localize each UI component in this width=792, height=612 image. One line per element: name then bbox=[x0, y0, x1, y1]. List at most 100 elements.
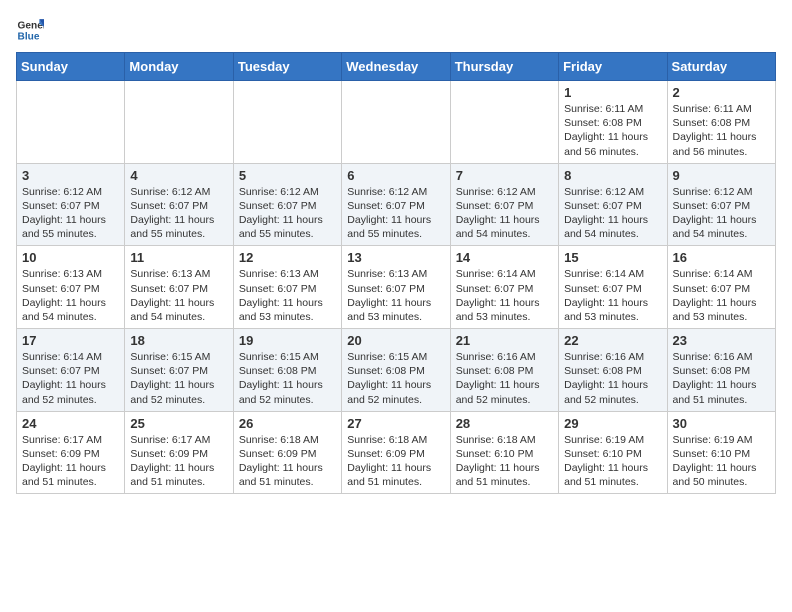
header-thursday: Thursday bbox=[450, 53, 558, 81]
day-info: Sunrise: 6:14 AM Sunset: 6:07 PM Dayligh… bbox=[456, 267, 553, 324]
header-friday: Friday bbox=[559, 53, 667, 81]
calendar-cell: 1 Sunrise: 6:11 AM Sunset: 6:08 PM Daylig… bbox=[559, 81, 667, 164]
calendar-cell: 24 Sunrise: 6:17 AM Sunset: 6:09 PM Dayli… bbox=[17, 411, 125, 494]
svg-text:Blue: Blue bbox=[18, 31, 40, 42]
day-info: Sunrise: 6:12 AM Sunset: 6:07 PM Dayligh… bbox=[239, 185, 336, 242]
calendar-cell: 5 Sunrise: 6:12 AM Sunset: 6:07 PM Daylig… bbox=[233, 163, 341, 246]
day-number: 10 bbox=[22, 250, 119, 265]
day-info: Sunrise: 6:19 AM Sunset: 6:10 PM Dayligh… bbox=[564, 433, 661, 490]
day-info: Sunrise: 6:15 AM Sunset: 6:08 PM Dayligh… bbox=[239, 350, 336, 407]
calendar-cell: 28Sunrise: 6:18 AM Sunset: 6:10 PM Dayli… bbox=[450, 411, 558, 494]
day-number: 17 bbox=[22, 333, 119, 348]
day-number: 1 bbox=[564, 85, 661, 100]
day-number: 9 bbox=[673, 168, 770, 183]
day-number: 23 bbox=[673, 333, 770, 348]
day-number: 11 bbox=[130, 250, 227, 265]
day-info: Sunrise: 6:13 AM Sunset: 6:07 PM Dayligh… bbox=[130, 267, 227, 324]
day-number: 6 bbox=[347, 168, 444, 183]
day-info: Sunrise: 6:13 AM Sunset: 6:07 PM Dayligh… bbox=[239, 267, 336, 324]
calendar-cell: 18Sunrise: 6:15 AM Sunset: 6:07 PM Dayli… bbox=[125, 329, 233, 412]
day-info: Sunrise: 6:16 AM Sunset: 6:08 PM Dayligh… bbox=[456, 350, 553, 407]
day-number: 12 bbox=[239, 250, 336, 265]
calendar-cell: 7 Sunrise: 6:12 AM Sunset: 6:07 PM Daylig… bbox=[450, 163, 558, 246]
day-number: 22 bbox=[564, 333, 661, 348]
day-info: Sunrise: 6:14 AM Sunset: 6:07 PM Dayligh… bbox=[564, 267, 661, 324]
calendar-week-4: 24 Sunrise: 6:17 AM Sunset: 6:09 PM Dayli… bbox=[17, 411, 776, 494]
day-info: Sunrise: 6:12 AM Sunset: 6:07 PM Dayligh… bbox=[130, 185, 227, 242]
day-number: 27 bbox=[347, 416, 444, 431]
day-number: 3 bbox=[22, 168, 119, 183]
header-sunday: Sunday bbox=[17, 53, 125, 81]
calendar-cell: 26 Sunrise: 6:18 AM Sunset: 6:09 PM Dayli… bbox=[233, 411, 341, 494]
calendar-cell: 22 Sunrise: 6:16 AM Sunset: 6:08 PM Dayli… bbox=[559, 329, 667, 412]
calendar-cell: 17 Sunrise: 6:14 AM Sunset: 6:07 PM Dayli… bbox=[17, 329, 125, 412]
day-info: Sunrise: 6:17 AM Sunset: 6:09 PM Dayligh… bbox=[22, 433, 119, 490]
calendar-cell: 14 Sunrise: 6:14 AM Sunset: 6:07 PM Dayli… bbox=[450, 246, 558, 329]
calendar-cell: 13 Sunrise: 6:13 AM Sunset: 6:07 PM Dayli… bbox=[342, 246, 450, 329]
header-wednesday: Wednesday bbox=[342, 53, 450, 81]
calendar-cell: 4 Sunrise: 6:12 AM Sunset: 6:07 PM Daylig… bbox=[125, 163, 233, 246]
day-number: 21 bbox=[456, 333, 553, 348]
page-header: General Blue bbox=[16, 16, 776, 44]
calendar-cell: 23Sunrise: 6:16 AM Sunset: 6:08 PM Dayli… bbox=[667, 329, 775, 412]
day-info: Sunrise: 6:14 AM Sunset: 6:07 PM Dayligh… bbox=[673, 267, 770, 324]
calendar-cell: 12 Sunrise: 6:13 AM Sunset: 6:07 PM Dayli… bbox=[233, 246, 341, 329]
calendar-cell: 30Sunrise: 6:19 AM Sunset: 6:10 PM Dayli… bbox=[667, 411, 775, 494]
calendar-cell: 21 Sunrise: 6:16 AM Sunset: 6:08 PM Dayli… bbox=[450, 329, 558, 412]
day-number: 5 bbox=[239, 168, 336, 183]
day-info: Sunrise: 6:13 AM Sunset: 6:07 PM Dayligh… bbox=[347, 267, 444, 324]
day-info: Sunrise: 6:11 AM Sunset: 6:08 PM Dayligh… bbox=[564, 102, 661, 159]
calendar-cell bbox=[233, 81, 341, 164]
calendar-cell bbox=[450, 81, 558, 164]
day-number: 13 bbox=[347, 250, 444, 265]
calendar-cell: 11 Sunrise: 6:13 AM Sunset: 6:07 PM Dayli… bbox=[125, 246, 233, 329]
day-info: Sunrise: 6:16 AM Sunset: 6:08 PM Dayligh… bbox=[564, 350, 661, 407]
day-number: 24 bbox=[22, 416, 119, 431]
day-info: Sunrise: 6:13 AM Sunset: 6:07 PM Dayligh… bbox=[22, 267, 119, 324]
day-number: 19 bbox=[239, 333, 336, 348]
calendar-cell: 19 Sunrise: 6:15 AM Sunset: 6:08 PM Dayli… bbox=[233, 329, 341, 412]
day-info: Sunrise: 6:12 AM Sunset: 6:07 PM Dayligh… bbox=[456, 185, 553, 242]
calendar-cell bbox=[342, 81, 450, 164]
day-number: 20 bbox=[347, 333, 444, 348]
day-info: Sunrise: 6:18 AM Sunset: 6:09 PM Dayligh… bbox=[239, 433, 336, 490]
day-number: 28 bbox=[456, 416, 553, 431]
header-tuesday: Tuesday bbox=[233, 53, 341, 81]
day-number: 8 bbox=[564, 168, 661, 183]
day-info: Sunrise: 6:12 AM Sunset: 6:07 PM Dayligh… bbox=[22, 185, 119, 242]
day-info: Sunrise: 6:17 AM Sunset: 6:09 PM Dayligh… bbox=[130, 433, 227, 490]
calendar-cell: 25 Sunrise: 6:17 AM Sunset: 6:09 PM Dayli… bbox=[125, 411, 233, 494]
calendar-header-row: SundayMondayTuesdayWednesdayThursdayFrid… bbox=[17, 53, 776, 81]
calendar-cell: 3 Sunrise: 6:12 AM Sunset: 6:07 PM Daylig… bbox=[17, 163, 125, 246]
calendar-week-0: 1 Sunrise: 6:11 AM Sunset: 6:08 PM Daylig… bbox=[17, 81, 776, 164]
calendar-cell: 10 Sunrise: 6:13 AM Sunset: 6:07 PM Dayli… bbox=[17, 246, 125, 329]
calendar-cell bbox=[125, 81, 233, 164]
calendar-cell: 29 Sunrise: 6:19 AM Sunset: 6:10 PM Dayli… bbox=[559, 411, 667, 494]
day-number: 26 bbox=[239, 416, 336, 431]
day-info: Sunrise: 6:14 AM Sunset: 6:07 PM Dayligh… bbox=[22, 350, 119, 407]
calendar-cell: 20Sunrise: 6:15 AM Sunset: 6:08 PM Dayli… bbox=[342, 329, 450, 412]
day-info: Sunrise: 6:15 AM Sunset: 6:07 PM Dayligh… bbox=[130, 350, 227, 407]
day-number: 4 bbox=[130, 168, 227, 183]
day-info: Sunrise: 6:12 AM Sunset: 6:07 PM Dayligh… bbox=[347, 185, 444, 242]
calendar-week-2: 10 Sunrise: 6:13 AM Sunset: 6:07 PM Dayli… bbox=[17, 246, 776, 329]
calendar-cell: 8Sunrise: 6:12 AM Sunset: 6:07 PM Daylig… bbox=[559, 163, 667, 246]
calendar-table: SundayMondayTuesdayWednesdayThursdayFrid… bbox=[16, 52, 776, 494]
calendar-week-1: 3 Sunrise: 6:12 AM Sunset: 6:07 PM Daylig… bbox=[17, 163, 776, 246]
day-number: 29 bbox=[564, 416, 661, 431]
calendar-cell: 16 Sunrise: 6:14 AM Sunset: 6:07 PM Dayli… bbox=[667, 246, 775, 329]
calendar-cell: 2Sunrise: 6:11 AM Sunset: 6:08 PM Daylig… bbox=[667, 81, 775, 164]
day-info: Sunrise: 6:18 AM Sunset: 6:09 PM Dayligh… bbox=[347, 433, 444, 490]
day-info: Sunrise: 6:11 AM Sunset: 6:08 PM Dayligh… bbox=[673, 102, 770, 159]
day-info: Sunrise: 6:12 AM Sunset: 6:07 PM Dayligh… bbox=[673, 185, 770, 242]
day-info: Sunrise: 6:19 AM Sunset: 6:10 PM Dayligh… bbox=[673, 433, 770, 490]
day-number: 14 bbox=[456, 250, 553, 265]
day-number: 7 bbox=[456, 168, 553, 183]
header-saturday: Saturday bbox=[667, 53, 775, 81]
calendar-cell bbox=[17, 81, 125, 164]
calendar-cell: 9 Sunrise: 6:12 AM Sunset: 6:07 PM Daylig… bbox=[667, 163, 775, 246]
day-number: 25 bbox=[130, 416, 227, 431]
day-number: 16 bbox=[673, 250, 770, 265]
logo: General Blue bbox=[16, 16, 44, 44]
calendar-cell: 15Sunrise: 6:14 AM Sunset: 6:07 PM Dayli… bbox=[559, 246, 667, 329]
